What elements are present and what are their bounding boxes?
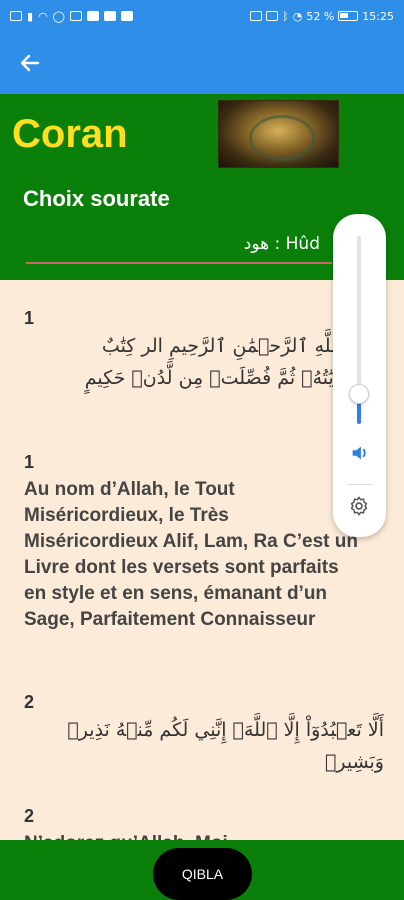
mail-icon [69,11,82,21]
verse-number: 2 [24,692,35,712]
speaker-icon[interactable] [349,442,371,464]
arrow-left-icon [20,54,40,72]
app-icon [120,11,133,21]
verse-translation: N’adorez qu’Allah. Moi... [24,831,364,840]
bottom-bar: QIBLA [0,840,404,900]
mute-icon: ◔ [292,9,303,23]
vibrate-icon [266,11,279,21]
qibla-button[interactable]: QIBLA [153,848,252,900]
section-label: Choix sourate [23,186,170,211]
arabic-line: ٱللَّهِ ٱلرَّحۡمَٰنِ ٱلرَّحِيمِ الر كِتَ… [101,335,348,357]
signal-icon: ▮ [27,9,34,23]
status-right-icons: ᛒ ◔ 52 % 15:25 [250,10,394,23]
wifi-icon: ◠ [38,9,48,23]
dropdown-underline [26,262,332,264]
app-title: Coran [12,112,128,156]
sura-dropdown[interactable]: هود : Hûd [26,232,332,264]
verse-number: 1 [24,452,35,472]
battery-icon [338,11,359,21]
verse-number: 2 [24,806,35,826]
panel-divider [347,484,372,485]
app-icon [103,11,116,21]
volume-slider-thumb[interactable] [349,384,369,404]
arabic-line: ءَايَٰتُهُۥ ثُمَّ فُصِّلَتۡ مِن لَّدُنۡ … [84,367,348,389]
arabic-line: وَبَشِيرٞ [324,751,384,773]
app-icon [86,11,99,21]
back-button[interactable] [14,48,46,78]
volume-panel [333,214,386,537]
app-bar [0,32,404,94]
arabic-line: أَلَّا تَعۡبُدُوٓاْ إِلَّا ٱللَّهَۚ إِنَ… [67,719,384,741]
status-left-icons: ▮ ◠ ◯ [10,10,133,23]
battery-percent: 52 % [306,9,335,23]
selected-sura: هود : Hûd [243,234,320,254]
quran-cover-image [218,100,339,168]
status-bar: ▮ ◠ ◯ ᛒ ◔ 52 % 15:25 [0,0,404,32]
verse-translation: Au nom d’Allah, le Tout Miséricordieux, … [24,479,358,630]
clock: 15:25 [362,9,394,23]
bluetooth-icon: ᛒ [282,9,289,23]
verse-arabic: ٱللَّهِ ٱلرَّحۡمَٰنِ ٱلرَّحِيمِ الر كِتَ… [0,330,348,394]
whatsapp-icon: ◯ [52,9,65,23]
verse-arabic: أَلَّا تَعۡبُدُوٓاْ إِلَّا ٱللَّهَۚ إِنَ… [14,714,384,778]
verse-number: 1 [24,308,35,328]
gear-icon[interactable] [348,495,370,517]
sim-icon [10,11,22,21]
nfc-icon [250,11,263,21]
